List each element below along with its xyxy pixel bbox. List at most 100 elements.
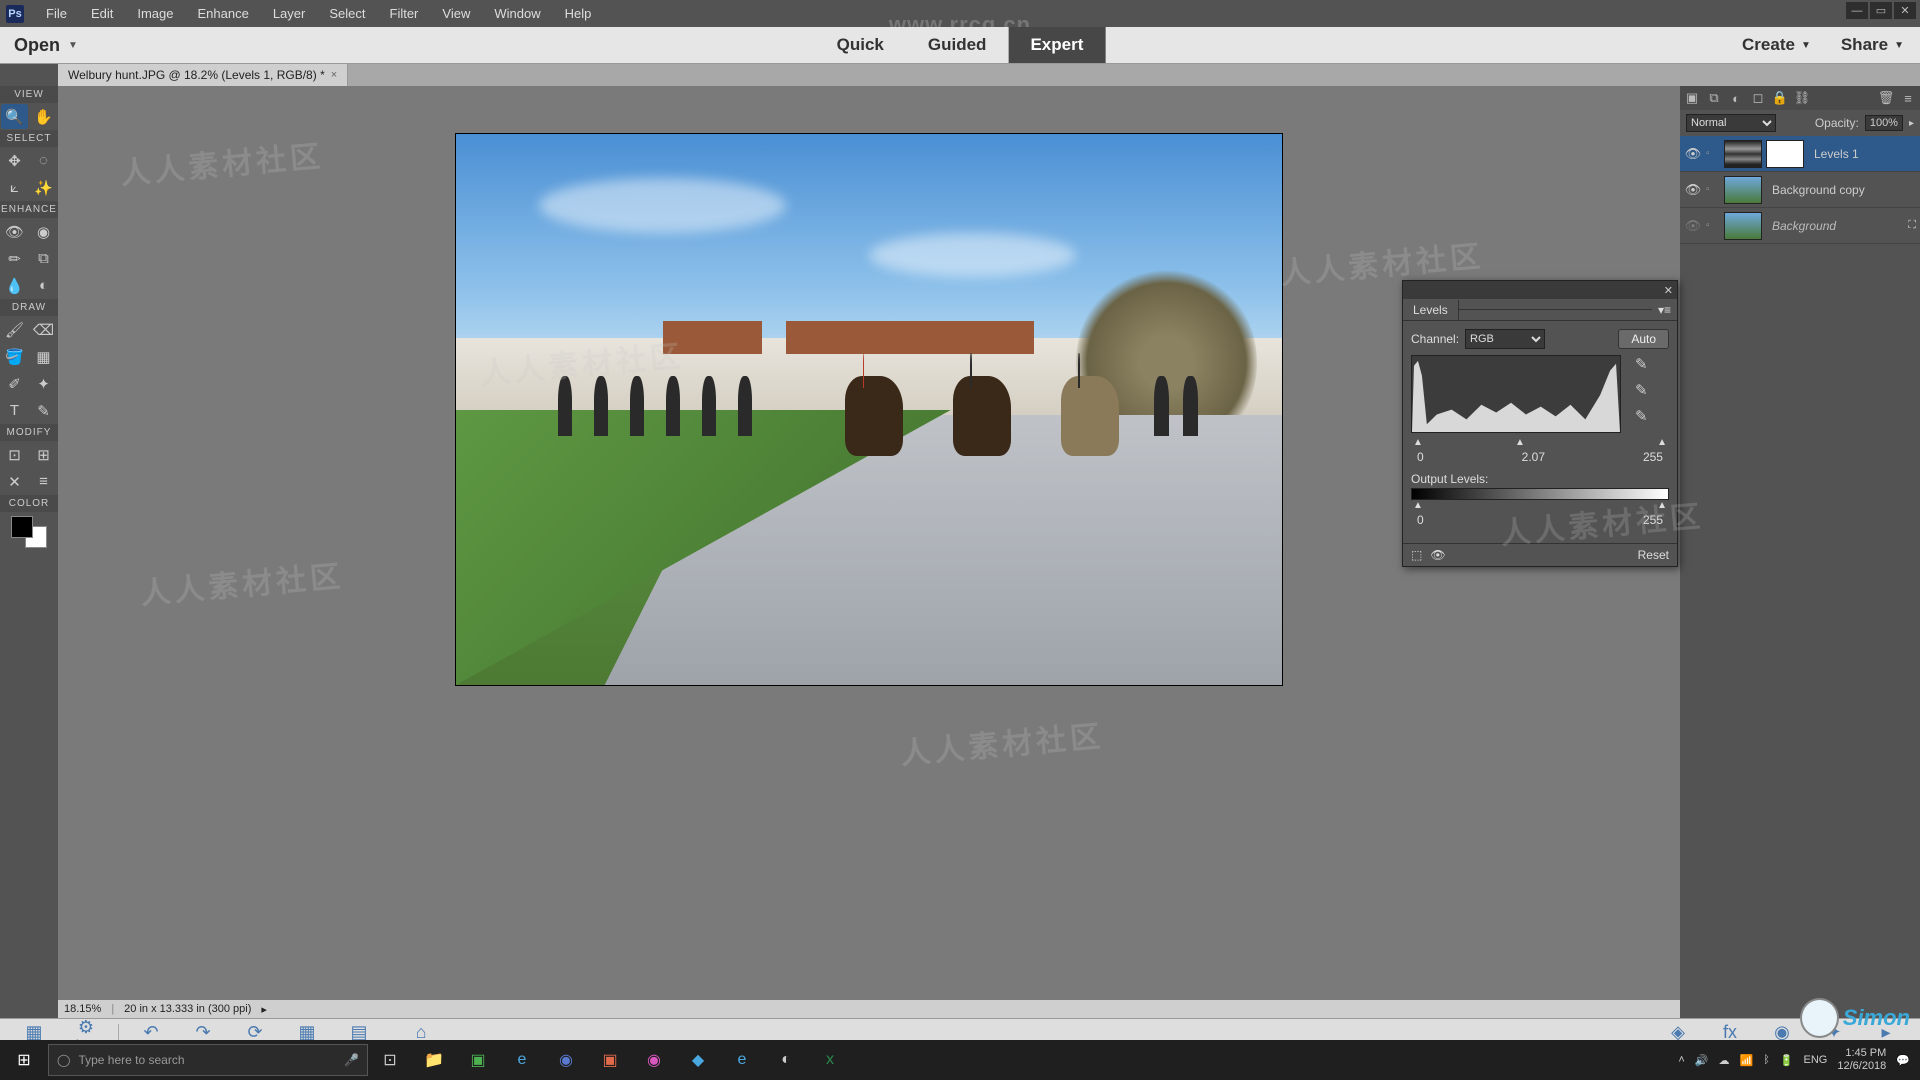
color-swatch[interactable] bbox=[11, 516, 47, 548]
mid-point-slider[interactable]: ▲ bbox=[1515, 437, 1525, 448]
tab-expert[interactable]: Expert bbox=[1008, 27, 1105, 63]
panel-menu-icon[interactable]: ≡ bbox=[1900, 90, 1916, 106]
share-menu[interactable]: Share▼ bbox=[1841, 35, 1904, 55]
tray-chevron-icon[interactable]: ˄ bbox=[1678, 1054, 1684, 1066]
layer-name[interactable]: Background copy bbox=[1772, 183, 1865, 197]
black-point-slider[interactable]: ▲ bbox=[1413, 437, 1423, 448]
new-group-icon[interactable]: ⧉ bbox=[1706, 90, 1722, 106]
notification-icon[interactable]: 💬 bbox=[1896, 1054, 1910, 1067]
layer-row-levels[interactable]: 👁 ▫ Levels 1 bbox=[1680, 136, 1920, 172]
document-tab[interactable]: Welbury hunt.JPG @ 18.2% (Levels 1, RGB/… bbox=[58, 64, 348, 86]
input-mid-value[interactable]: 2.07 bbox=[1522, 450, 1545, 464]
fill-tool[interactable]: 🪣 bbox=[1, 344, 28, 369]
tray-lang[interactable]: ENG bbox=[1804, 1054, 1828, 1066]
task-view-icon[interactable]: ⊡ bbox=[368, 1040, 412, 1080]
menu-layer[interactable]: Layer bbox=[261, 2, 318, 25]
open-button[interactable]: Open▼ bbox=[14, 35, 78, 56]
menu-image[interactable]: Image bbox=[125, 2, 185, 25]
menu-file[interactable]: File bbox=[34, 2, 79, 25]
straighten-tool[interactable]: ≡ bbox=[30, 469, 57, 494]
eraser-tool[interactable]: ⌫ bbox=[30, 317, 57, 342]
pencil-tool[interactable]: ✎ bbox=[30, 398, 57, 423]
foreground-color[interactable] bbox=[11, 516, 33, 538]
smart-brush-tool[interactable]: ✏ bbox=[1, 246, 28, 271]
search-input[interactable]: ◯ Type here to search 🎤 bbox=[48, 1044, 368, 1076]
hand-tool[interactable]: ✋ bbox=[30, 104, 57, 129]
menu-select[interactable]: Select bbox=[317, 2, 377, 25]
content-aware-tool[interactable]: ✕ bbox=[1, 469, 28, 494]
close-icon[interactable]: × bbox=[331, 69, 337, 81]
crop-tool[interactable]: ⊡ bbox=[1, 442, 28, 467]
window-close[interactable]: ✕ bbox=[1894, 2, 1916, 19]
blur-tool[interactable]: 💧 bbox=[1, 273, 28, 298]
app-icon-1[interactable]: ▣ bbox=[456, 1040, 500, 1080]
layer-name[interactable]: Background bbox=[1772, 219, 1836, 233]
excel-icon[interactable]: x bbox=[808, 1040, 852, 1080]
lock-icon[interactable]: 🔒 bbox=[1772, 90, 1788, 106]
visibility-icon[interactable]: 👁 bbox=[1684, 218, 1702, 234]
mask-icon[interactable]: ◻ bbox=[1750, 90, 1766, 106]
histogram[interactable] bbox=[1411, 355, 1621, 433]
layer-row-bg[interactable]: 👁 ▫ Background ⛶ bbox=[1680, 208, 1920, 244]
input-black-value[interactable]: 0 bbox=[1417, 450, 1424, 464]
window-maximize[interactable]: ▭ bbox=[1870, 2, 1892, 19]
explorer-icon[interactable]: 📁 bbox=[412, 1040, 456, 1080]
link-icon[interactable]: ⛓ bbox=[1794, 90, 1810, 106]
start-button[interactable]: ⊞ bbox=[0, 1040, 48, 1080]
recompose-tool[interactable]: ⊞ bbox=[30, 442, 57, 467]
app-icon-5[interactable]: ◆ bbox=[676, 1040, 720, 1080]
output-black-value[interactable]: 0 bbox=[1417, 513, 1424, 527]
move-tool[interactable]: ✥ bbox=[1, 148, 28, 173]
clip-icon[interactable]: ⬚ bbox=[1411, 548, 1422, 562]
app-icon-2[interactable]: ◉ bbox=[544, 1040, 588, 1080]
blend-mode-select[interactable]: Normal bbox=[1686, 114, 1776, 132]
layer-row-bgcopy[interactable]: 👁 ▫ Background copy bbox=[1680, 172, 1920, 208]
image-canvas[interactable] bbox=[456, 134, 1282, 685]
tray-bluetooth-icon[interactable]: ᛒ bbox=[1763, 1054, 1770, 1066]
mic-icon[interactable]: 🎤 bbox=[344, 1053, 359, 1067]
tab-quick[interactable]: Quick bbox=[815, 27, 906, 63]
window-minimize[interactable]: — bbox=[1846, 2, 1868, 19]
chevron-right-icon[interactable]: ▸ bbox=[1909, 118, 1914, 129]
brush-tool[interactable]: 🖌 bbox=[1, 317, 28, 342]
menu-view[interactable]: View bbox=[430, 2, 482, 25]
clone-stamp-tool[interactable]: ⧉ bbox=[30, 246, 57, 271]
tab-guided[interactable]: Guided bbox=[906, 27, 1009, 63]
levels-tab[interactable]: Levels bbox=[1403, 300, 1459, 320]
create-menu[interactable]: Create▼ bbox=[1742, 35, 1811, 55]
adjustment-layer-icon[interactable]: ◐ bbox=[1728, 90, 1744, 106]
white-point-slider[interactable]: ▲ bbox=[1657, 437, 1667, 448]
panel-menu-icon[interactable]: ▾≡ bbox=[1652, 303, 1677, 317]
visibility-icon[interactable]: 👁 bbox=[1684, 146, 1702, 162]
spot-heal-tool[interactable]: ◉ bbox=[30, 219, 57, 244]
layer-mask[interactable] bbox=[1766, 140, 1804, 168]
tray-volume-icon[interactable]: 🔊 bbox=[1695, 1054, 1709, 1067]
edge-icon[interactable]: e bbox=[720, 1040, 764, 1080]
white-eyedropper-icon[interactable]: ✎ bbox=[1635, 407, 1653, 425]
tray-network-icon[interactable]: 📶 bbox=[1740, 1054, 1754, 1067]
channel-select[interactable]: RGB bbox=[1465, 329, 1545, 349]
auto-button[interactable]: Auto bbox=[1618, 329, 1669, 349]
layer-name[interactable]: Levels 1 bbox=[1814, 147, 1859, 161]
menu-help[interactable]: Help bbox=[553, 2, 604, 25]
shape-tool[interactable]: ✦ bbox=[30, 371, 57, 396]
visibility-icon[interactable]: 👁 bbox=[1430, 548, 1445, 562]
output-white-value[interactable]: 255 bbox=[1643, 513, 1663, 527]
tray-battery-icon[interactable]: 🔋 bbox=[1780, 1054, 1794, 1067]
layer-thumb[interactable] bbox=[1724, 140, 1762, 168]
chevron-right-icon[interactable]: ▸ bbox=[261, 1003, 267, 1016]
app-icon-6[interactable]: ◐ bbox=[764, 1040, 808, 1080]
text-tool[interactable]: T bbox=[1, 398, 28, 423]
app-icon-3[interactable]: ▣ bbox=[588, 1040, 632, 1080]
reset-button[interactable]: Reset bbox=[1638, 548, 1669, 562]
marquee-tool[interactable]: ◌ bbox=[30, 148, 57, 173]
layer-thumb[interactable] bbox=[1724, 176, 1762, 204]
layer-thumb[interactable] bbox=[1724, 212, 1762, 240]
menu-window[interactable]: Window bbox=[482, 2, 552, 25]
lasso-tool[interactable]: ⟀ bbox=[1, 175, 28, 200]
black-eyedropper-icon[interactable]: ✎ bbox=[1635, 355, 1653, 373]
menu-edit[interactable]: Edit bbox=[79, 2, 125, 25]
zoom-tool[interactable]: 🔍 bbox=[1, 104, 28, 129]
menu-filter[interactable]: Filter bbox=[378, 2, 431, 25]
output-white-slider[interactable]: ▲ bbox=[1657, 500, 1667, 511]
